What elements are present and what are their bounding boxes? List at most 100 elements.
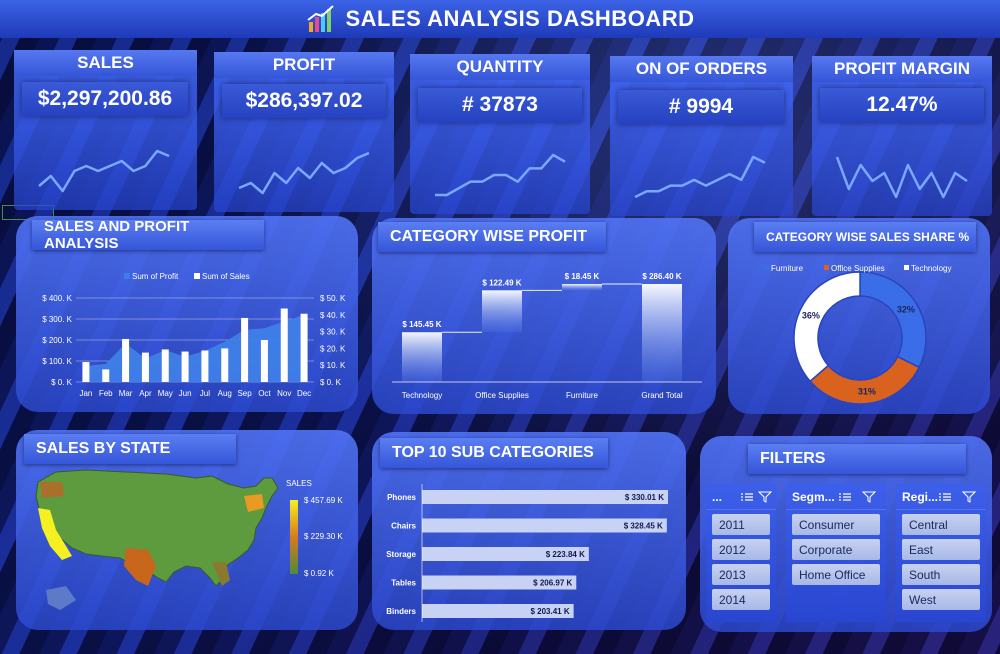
legend-label: Office Supplies	[831, 264, 885, 273]
sales-profit-panel: SALES AND PROFIT ANALYSIS $ 0. K $ 100. K…	[16, 216, 358, 412]
waterfall-bar	[562, 284, 602, 291]
kpi-quantity: QUANTITY # 37873	[410, 54, 590, 214]
category-share-chart[interactable]: 32% 31% 36% Furniture Office Supplies Technol…	[728, 218, 990, 414]
sales-bar	[300, 313, 308, 382]
kpi-sparkline	[835, 156, 968, 199]
sales-bar	[161, 349, 169, 382]
data-label: $ 122.49 K	[482, 278, 521, 287]
sparkline-path	[634, 155, 766, 199]
data-label: $ 330.01 K	[625, 493, 664, 502]
dashboard-header: SALES ANALYSIS DASHBOARD	[0, 0, 1000, 38]
top10-panel: TOP 10 SUB CATEGORIES Phones $ 330.01 K Ch…	[372, 432, 686, 630]
data-label: $ 223.84 K	[546, 550, 585, 559]
sales-bar	[221, 348, 229, 382]
data-label: $ 18.45 K	[565, 272, 600, 281]
x-tick: Dec	[297, 389, 311, 398]
sales-bar	[82, 362, 90, 382]
kpi-label: PROFIT	[214, 52, 394, 78]
kpi-orders: ON OF ORDERS # 9994	[610, 56, 793, 216]
category-label: Chairs	[391, 522, 416, 531]
sales-bar	[141, 352, 149, 382]
x-tick: Grand Total	[641, 391, 682, 400]
segment-slicer[interactable]: Segm... Consumer Corporate Home Office	[786, 484, 886, 622]
x-tick: Jul	[200, 389, 210, 398]
kpi-profit-margin: PROFIT MARGIN 12.47%	[812, 56, 992, 216]
kpi-value: 12.47%	[820, 88, 984, 122]
year-slicer[interactable]: ... 2011 2012 2013 2014	[706, 484, 776, 622]
slicer-title: Regi...	[902, 489, 939, 504]
kpi-sparkline	[238, 151, 370, 195]
x-tick: Office Supplies	[475, 391, 529, 400]
x-tick: Oct	[258, 389, 271, 398]
sales-bar	[241, 317, 249, 382]
clear-filter-icon[interactable]	[758, 491, 772, 503]
slicer-item-home-office[interactable]: Home Office	[792, 564, 880, 585]
slicer-item-consumer[interactable]: Consumer	[792, 514, 880, 535]
region-slicer[interactable]: Regi... Central East South West	[896, 484, 986, 622]
y-tick-left: $ 0. K	[51, 378, 73, 387]
sparkline-path	[238, 151, 370, 195]
waterfall-bar	[482, 290, 522, 333]
sales-bar	[260, 340, 268, 382]
sales-bar	[122, 338, 130, 382]
waterfall-bar	[642, 284, 682, 382]
x-tick: Technology	[402, 391, 442, 400]
slicer-item-corporate[interactable]: Corporate	[792, 539, 880, 560]
legend-label: Sum of Sales	[202, 272, 250, 281]
y-tick-left: $ 200. K	[42, 336, 72, 345]
slicer-item-2011[interactable]: 2011	[712, 514, 770, 535]
slicer-item-central[interactable]: Central	[902, 514, 980, 535]
multi-select-icon[interactable]	[838, 491, 852, 503]
multi-select-icon[interactable]	[740, 491, 754, 503]
kpi-label: PROFIT MARGIN	[812, 56, 992, 82]
slicer-header: ...	[706, 484, 776, 510]
donut-slice	[793, 271, 861, 383]
category-profit-chart[interactable]: $ 145.45 K Technology $ 122.49 K Office Sup…	[372, 218, 716, 414]
category-share-panel: CATEGORY WISE SALES SHARE % 32% 31% 36% Fur…	[728, 218, 990, 414]
legend-swatch	[764, 265, 769, 270]
category-label: Tables	[391, 579, 416, 588]
sales-state-panel: SALES BY STATE SALES $ 457.69 K $ 229.30…	[16, 430, 358, 630]
map-legend-tick: $ 0.92 K	[304, 569, 334, 578]
multi-select-icon[interactable]	[938, 491, 952, 503]
kpi-value: # 37873	[418, 88, 582, 122]
clear-filter-icon[interactable]	[862, 491, 876, 503]
kpi-sparkline	[38, 149, 170, 193]
sales-bar	[181, 351, 189, 382]
slicer-item-2013[interactable]: 2013	[712, 564, 770, 585]
x-tick: Sep	[237, 389, 252, 398]
panel-title: FILTERS	[748, 444, 966, 474]
usa-map-shape	[35, 469, 279, 587]
waterfall-bar	[402, 332, 442, 382]
slicer-item-2014[interactable]: 2014	[712, 589, 770, 610]
x-tick: Mar	[119, 389, 133, 398]
slicer-item-east[interactable]: East	[902, 539, 980, 560]
legend-label: Furniture	[771, 264, 804, 273]
map-legend-tick: $ 229.30 K	[304, 532, 343, 541]
x-tick: Jan	[79, 389, 92, 398]
top10-chart[interactable]: Phones $ 330.01 K Chairs $ 328.45 K Storage $…	[372, 432, 686, 630]
sales-profit-chart[interactable]: $ 0. K $ 100. K $ 200. K $ 300. K $ 400. K $ …	[16, 216, 358, 412]
x-tick: May	[158, 389, 173, 398]
kpi-label: ON OF ORDERS	[610, 56, 793, 82]
slicer-title: ...	[712, 489, 723, 504]
kpi-sparkline	[435, 153, 566, 197]
donut-slice	[859, 271, 927, 369]
slicer-item-south[interactable]: South	[902, 564, 980, 585]
clear-filter-icon[interactable]	[962, 491, 976, 503]
y-tick-right: $ 20. K	[320, 344, 346, 353]
slicer-item-2012[interactable]: 2012	[712, 539, 770, 560]
x-tick: Apr	[139, 389, 152, 398]
sales-bar	[201, 350, 209, 382]
profit-area	[85, 314, 305, 382]
sales-bar	[280, 308, 288, 382]
data-label: $ 286.40 K	[642, 272, 681, 281]
category-label: Phones	[387, 493, 416, 502]
slicer-item-west[interactable]: West	[902, 589, 980, 610]
kpi-label: SALES	[14, 50, 197, 76]
sales-state-map[interactable]: SALES $ 457.69 K $ 229.30 K $ 0.92 K	[16, 430, 358, 630]
y-tick-right: $ 40. K	[320, 311, 346, 320]
oregon-shape	[40, 482, 64, 498]
slice-label: 32%	[897, 305, 915, 315]
data-label: $ 206.97 K	[533, 579, 572, 588]
